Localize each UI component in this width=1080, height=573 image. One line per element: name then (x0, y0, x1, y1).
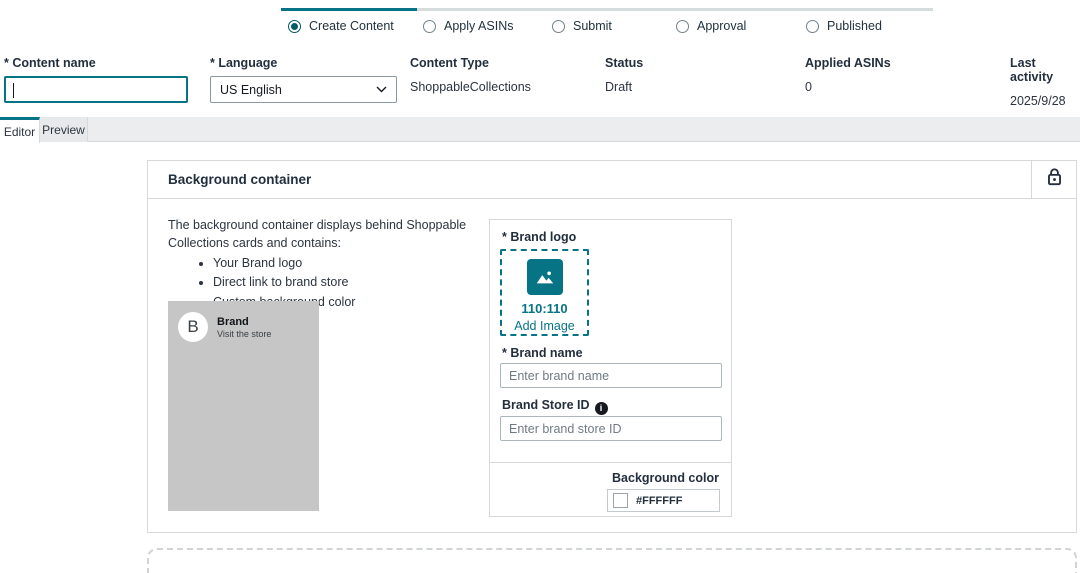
tab-strip: Editor Preview (0, 117, 1080, 143)
content-type-group: Content Type ShoppableCollections (410, 56, 531, 94)
radio-icon[interactable] (676, 19, 689, 33)
bullet-item: Your Brand logo (213, 254, 476, 272)
step-label: Create Content (309, 19, 394, 33)
visit-store-link: Visit the store (217, 328, 272, 339)
language-select[interactable]: US English (210, 76, 397, 103)
applied-asins-group: Applied ASINs 0 (805, 56, 891, 94)
brand-initial: B (187, 317, 199, 336)
step-label: Approval (697, 19, 747, 33)
description-text: The background container displays behind… (168, 218, 467, 251)
tab-editor[interactable]: Editor (0, 117, 40, 143)
color-value: #FFFFFF (636, 494, 683, 507)
content-name-input[interactable] (4, 76, 188, 103)
brand-fields-box: * Brand logo 110:110 Add Image * Brand n… (489, 219, 732, 463)
content-type-value: ShoppableCollections (410, 80, 531, 94)
lock-button[interactable] (1031, 160, 1076, 199)
add-image-dropzone[interactable]: 110:110 Add Image (500, 249, 589, 336)
status-value: Draft (605, 80, 633, 94)
chevron-down-icon (376, 86, 387, 93)
brand-name-label: * Brand name (502, 346, 583, 360)
aspect-ratio-text: 110:110 (521, 301, 568, 316)
brand-name-input[interactable] (500, 363, 722, 388)
panel-description: The background container displays behind… (168, 216, 476, 312)
step-create-content[interactable]: Create Content (288, 19, 394, 33)
background-container-panel: Background container The background cont… (147, 160, 1077, 533)
step-apply-asins[interactable]: Apply ASINs (423, 19, 513, 33)
step-label: Submit (573, 19, 612, 33)
step-approval[interactable]: Approval (676, 19, 746, 33)
step-published[interactable]: Published (806, 19, 882, 33)
step-submit[interactable]: Submit (552, 19, 612, 33)
info-icon[interactable]: i (594, 401, 608, 415)
radio-icon[interactable] (423, 19, 436, 33)
language-selected-value: US English (220, 82, 282, 97)
text-caret (13, 83, 14, 98)
color-swatch[interactable] (613, 493, 628, 508)
applied-asins-value: 0 (805, 80, 812, 94)
brand-chip-text: Brand Visit the store (217, 316, 271, 339)
radio-icon[interactable] (806, 19, 819, 33)
panel-header: Background container (148, 160, 1076, 199)
panel-title: Background container (168, 172, 312, 187)
content-name-field-group: * Content name (4, 56, 204, 103)
status-group: Status Draft (605, 56, 643, 94)
tab-preview[interactable]: Preview (40, 117, 88, 142)
bullet-item: Direct link to brand store (213, 273, 476, 291)
language-label: * Language (210, 56, 278, 70)
image-placeholder-icon (526, 259, 563, 295)
brand-store-id-input[interactable] (500, 416, 722, 441)
stepper-progress-fill (281, 8, 417, 11)
brand-logo-placeholder: B (178, 312, 208, 342)
step-label: Published (827, 19, 882, 33)
brand-name-text: Brand (217, 315, 249, 328)
background-color-input[interactable]: #FFFFFF (607, 489, 720, 512)
last-activity-label: Last activity (1010, 56, 1054, 84)
last-activity-group: Last activity 2025/9/28 (1010, 56, 1080, 108)
content-type-label: Content Type (410, 56, 489, 70)
step-label: Apply ASINs (444, 19, 514, 33)
tab-preview-label: Preview (42, 122, 85, 137)
lock-icon (1046, 167, 1063, 192)
brand-logo-label: * Brand logo (502, 230, 577, 244)
last-activity-value: 2025/9/28 (1010, 94, 1066, 108)
applied-asins-label: Applied ASINs (805, 56, 891, 70)
radio-selected-icon[interactable] (288, 19, 301, 33)
background-color-box: Background color #FFFFFF (489, 462, 732, 517)
status-label: Status (605, 56, 644, 70)
content-name-label: * Content name (4, 56, 96, 70)
tab-editor-label: Editor (3, 124, 36, 139)
brand-chip: B Brand Visit the store (168, 301, 319, 353)
empty-dropzone-section[interactable] (147, 548, 1077, 573)
language-field-group: * Language US English (210, 56, 410, 103)
background-color-label: Background color (612, 471, 719, 485)
radio-icon[interactable] (552, 19, 565, 33)
background-preview-card: B Brand Visit the store (168, 301, 319, 511)
brand-store-id-label: Brand Store ID i (502, 398, 608, 415)
add-image-link[interactable]: Add Image (514, 319, 574, 333)
stepper-progress-bar (281, 8, 933, 11)
